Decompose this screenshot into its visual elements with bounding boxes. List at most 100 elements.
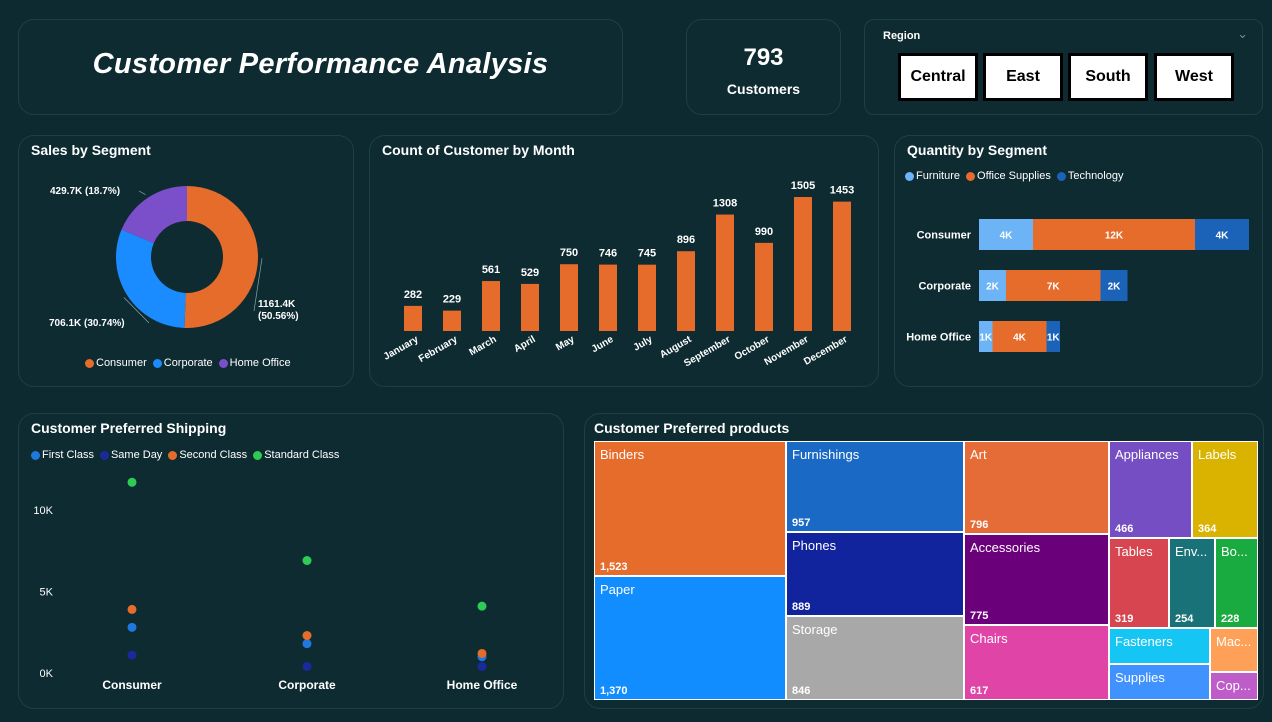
month-bar-june[interactable] (599, 264, 617, 331)
region-option-central[interactable]: Central (898, 53, 978, 101)
legend-corporate[interactable]: Corporate (152, 357, 213, 369)
treemap-label: Chairs (970, 631, 1008, 646)
treemap-value: 617 (970, 685, 989, 697)
treemap-cell-furnishings[interactable]: Furnishings 957 (786, 441, 964, 532)
x-tick-label: April (512, 334, 537, 355)
customers-label: Customers (726, 81, 801, 97)
treemap-cell-appliances[interactable]: Appliances 466 (1109, 441, 1192, 538)
bar-data-label: 229 (443, 294, 461, 306)
treemap-label: Supplies (1115, 670, 1165, 685)
treemap-value: 846 (792, 685, 811, 697)
sales-by-segment-card: Sales by Segment 1161.4K (50.56%) 706.1K (… (18, 135, 354, 387)
bar-data-label: 1K (1047, 333, 1061, 344)
month-bar-august[interactable] (677, 251, 695, 331)
donut-slice-consumer[interactable] (184, 186, 258, 328)
treemap-value: 364 (1198, 523, 1217, 535)
x-tick-label: March (467, 334, 498, 358)
treemap-cell-storage[interactable]: Storage 846 (786, 616, 964, 700)
bar-data-label: 561 (482, 264, 500, 276)
x-tick-label: July (632, 334, 655, 354)
donut-leader-line (138, 190, 146, 195)
treemap-value: 1,370 (600, 685, 628, 697)
month-bar-november[interactable] (794, 197, 812, 331)
region-option-label: East (986, 56, 1060, 98)
region-option-label: South (1071, 56, 1145, 98)
scatter-point-second-class-consumer[interactable] (127, 604, 137, 614)
treemap-label: Binders (600, 447, 645, 462)
treemap-cell-fasteners[interactable]: Fasteners (1109, 628, 1210, 664)
month-bar-march[interactable] (482, 281, 500, 331)
legend-label: Corporate (163, 357, 213, 369)
treemap-label: Bo... (1221, 544, 1248, 559)
region-option-west[interactable]: West (1154, 53, 1234, 101)
scatter-point-first-class-consumer[interactable] (127, 622, 137, 632)
month-bar-october[interactable] (755, 242, 773, 331)
treemap-label: Storage (792, 622, 838, 637)
products-treemap: Binders 1,523 Paper 1,370 Furnishings 957 Phon… (594, 441, 1258, 700)
treemap-value: 957 (792, 517, 811, 529)
treemap-cell-paper[interactable]: Paper 1,370 (594, 576, 786, 700)
treemap-cell-supplies[interactable]: Supplies (1109, 664, 1210, 700)
scatter-point-same-day-home-office[interactable] (477, 661, 487, 671)
legend-consumer[interactable]: Consumer (85, 357, 147, 369)
treemap-cell-art[interactable]: Art 796 (964, 441, 1109, 534)
legend-dot-icon (152, 358, 162, 368)
bar-data-label: 1505 (791, 180, 815, 192)
sales-legend: Consumer Corporate Home Office (85, 357, 291, 369)
scatter-point-standard-class-consumer[interactable] (127, 477, 137, 487)
bar-data-label: 1308 (713, 198, 737, 210)
treemap-cell-accessories[interactable]: Accessories 775 (964, 534, 1109, 625)
treemap-value: 775 (970, 610, 989, 622)
title-card: Customer Performance Analysis (18, 19, 623, 115)
treemap-cell-cop[interactable]: Cop... (1210, 672, 1258, 700)
treemap-cell-phones[interactable]: Phones 889 (786, 532, 964, 616)
bar-data-label: 4K (1013, 333, 1027, 344)
month-bar-september[interactable] (716, 214, 734, 331)
treemap-cell-env[interactable]: Env... 254 (1169, 538, 1215, 628)
treemap-cell-chairs[interactable]: Chairs 617 (964, 625, 1109, 700)
month-bar-april[interactable] (521, 283, 539, 331)
region-slicer: Region ⌄ Central East South West (864, 19, 1263, 115)
x-tick-label: February (417, 334, 460, 365)
bar-data-label: 12K (1105, 231, 1124, 242)
x-tick-label: December (802, 334, 849, 368)
scatter-point-second-class-home-office[interactable] (477, 648, 487, 658)
bar-data-label: 4K (1216, 231, 1230, 242)
quantity-stacked-bar-chart: Consumer 4K 12K 4K Corporate 2K 7K 2K Home Offic… (906, 219, 1249, 352)
bar-data-label: 1K (979, 333, 993, 344)
treemap-cell-tables[interactable]: Tables 319 (1109, 538, 1169, 628)
month-bar-may[interactable] (560, 264, 578, 331)
treemap-value: 466 (1115, 523, 1134, 535)
chevron-down-icon[interactable]: ⌄ (1237, 26, 1248, 42)
treemap-cell-labels[interactable]: Labels 364 (1192, 441, 1258, 538)
scatter-point-second-class-corporate[interactable] (302, 631, 312, 641)
x-tick-label: Corporate (278, 678, 336, 692)
bar-data-label: 7K (1047, 282, 1061, 293)
legend-home-office[interactable]: Home Office (218, 357, 291, 369)
region-option-label: West (1157, 56, 1231, 98)
sales-donut-chart: 1161.4K (50.56%) 706.1K (30.74%) 429.7K (18… (49, 186, 299, 329)
bar-data-label: 1453 (830, 185, 854, 197)
month-bar-january[interactable] (404, 305, 422, 331)
month-bar-july[interactable] (638, 264, 656, 331)
bar-data-label: 750 (560, 247, 578, 259)
scatter-point-same-day-consumer[interactable] (127, 650, 137, 660)
scatter-point-first-class-corporate[interactable] (302, 639, 312, 649)
treemap-cell-bo[interactable]: Bo... 228 (1215, 538, 1258, 628)
month-bar-february[interactable] (443, 310, 461, 331)
customers-kpi-card: 793 Customers (686, 19, 841, 115)
month-bar-december[interactable] (833, 201, 851, 331)
quantity-by-segment-card: Quantity by Segment Furniture Office Sup… (894, 135, 1263, 387)
bar-data-label: 2K (986, 282, 1000, 293)
region-option-east[interactable]: East (983, 53, 1063, 101)
donut-slice-corporate[interactable] (116, 229, 186, 328)
region-option-south[interactable]: South (1068, 53, 1148, 101)
scatter-point-same-day-corporate[interactable] (302, 661, 312, 671)
treemap-label: Cop... (1216, 678, 1251, 693)
treemap-label: Fasteners (1115, 634, 1173, 649)
scatter-point-standard-class-corporate[interactable] (302, 556, 312, 566)
y-tick-label: 0K (40, 668, 54, 680)
treemap-cell-binders[interactable]: Binders 1,523 (594, 441, 786, 576)
treemap-cell-mac[interactable]: Mac... (1210, 628, 1258, 672)
scatter-point-standard-class-home-office[interactable] (477, 601, 487, 611)
